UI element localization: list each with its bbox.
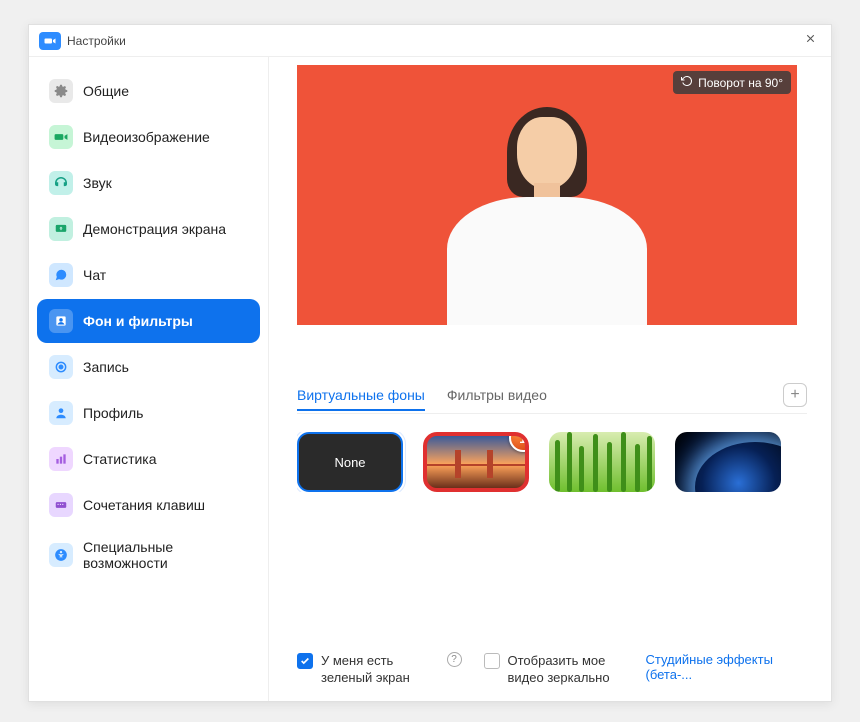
keyboard-icon	[49, 493, 73, 517]
sidebar-item-label: Сочетания клавиш	[83, 497, 205, 513]
background-thumbnails: None 1	[297, 432, 807, 492]
bg-thumb-earth[interactable]	[675, 432, 781, 492]
titlebar: Настройки	[29, 25, 831, 57]
sidebar-item-statistics[interactable]: Статистика	[37, 437, 260, 481]
video-icon	[49, 125, 73, 149]
sidebar-item-label: Видеоизображение	[83, 129, 210, 145]
sidebar-item-label: Фон и фильтры	[83, 313, 193, 329]
sidebar-item-label: Демонстрация экрана	[83, 221, 226, 237]
green-screen-option: У меня есть зеленый экран ?	[297, 652, 462, 687]
bg-thumb-none[interactable]: None	[297, 432, 403, 492]
profile-icon	[49, 401, 73, 425]
video-preview: Поворот на 90°	[297, 65, 797, 325]
rotate-label: Поворот на 90°	[698, 76, 783, 90]
rotate-icon	[681, 75, 693, 90]
gear-icon	[49, 79, 73, 103]
sidebar-item-label: Профиль	[83, 405, 143, 421]
bg-none-label: None	[334, 455, 365, 470]
tab-video-filters[interactable]: Фильтры видео	[447, 379, 547, 411]
sidebar-item-label: Общие	[83, 83, 129, 99]
sidebar-item-audio[interactable]: Звук	[37, 161, 260, 205]
statistics-icon	[49, 447, 73, 471]
plus-icon: +	[790, 387, 799, 403]
background-icon	[49, 309, 73, 333]
tab-virtual-backgrounds[interactable]: Виртуальные фоны	[297, 379, 425, 411]
window-title: Настройки	[67, 34, 126, 48]
annotation-badge-1: 1	[509, 432, 529, 452]
sidebar-item-recording[interactable]: Запись	[37, 345, 260, 389]
sidebar-item-profile[interactable]: Профиль	[37, 391, 260, 435]
chat-icon	[49, 263, 73, 287]
sidebar-item-share-screen[interactable]: Демонстрация экрана	[37, 207, 260, 251]
green-screen-label: У меня есть зеленый экран	[321, 652, 435, 687]
record-icon	[49, 355, 73, 379]
window-body: Общие Видеоизображение Звук Демонстрация…	[29, 57, 831, 701]
studio-effects-link[interactable]: Студийные эффекты (бета-...	[646, 652, 808, 682]
green-screen-checkbox[interactable]	[297, 653, 313, 669]
headphones-icon	[49, 171, 73, 195]
sidebar-item-label: Чат	[83, 267, 106, 283]
add-background-button[interactable]: +	[783, 383, 807, 407]
sidebar-item-general[interactable]: Общие	[37, 69, 260, 113]
sidebar-item-background-filters[interactable]: Фон и фильтры	[37, 299, 260, 343]
bg-thumb-bridge[interactable]: 1	[423, 432, 529, 492]
close-button[interactable]	[800, 28, 821, 54]
help-icon[interactable]: ?	[447, 652, 462, 667]
rotate-90-button[interactable]: Поворот на 90°	[673, 71, 791, 94]
share-screen-icon	[49, 217, 73, 241]
preview-person	[447, 107, 647, 325]
sidebar-item-keyboard-shortcuts[interactable]: Сочетания клавиш	[37, 483, 260, 527]
sidebar-item-video[interactable]: Видеоизображение	[37, 115, 260, 159]
sidebar-item-chat[interactable]: Чат	[37, 253, 260, 297]
accessibility-icon	[49, 543, 73, 567]
mirror-video-label: Отобразить мое видео зеркально	[508, 652, 624, 687]
sidebar-item-label: Запись	[83, 359, 129, 375]
tabs-row: Виртуальные фоны Фильтры видео +	[297, 379, 807, 414]
sidebar-item-label: Статистика	[83, 451, 157, 467]
footer-options: У меня есть зеленый экран ? Отобразить м…	[297, 642, 807, 687]
settings-sidebar: Общие Видеоизображение Звук Демонстрация…	[29, 57, 269, 701]
sidebar-item-label: Специальные возможности	[83, 539, 248, 571]
mirror-video-option: Отобразить мое видео зеркально	[484, 652, 624, 687]
settings-window: Настройки Общие Видеоизображение Звук Де…	[28, 24, 832, 702]
content-pane: Поворот на 90° Виртуальные фоны Фильтры …	[269, 57, 831, 701]
bg-thumb-grass[interactable]	[549, 432, 655, 492]
sidebar-item-label: Звук	[83, 175, 112, 191]
sidebar-item-accessibility[interactable]: Специальные возможности	[37, 529, 260, 581]
zoom-app-icon	[39, 32, 61, 50]
mirror-video-checkbox[interactable]	[484, 653, 500, 669]
